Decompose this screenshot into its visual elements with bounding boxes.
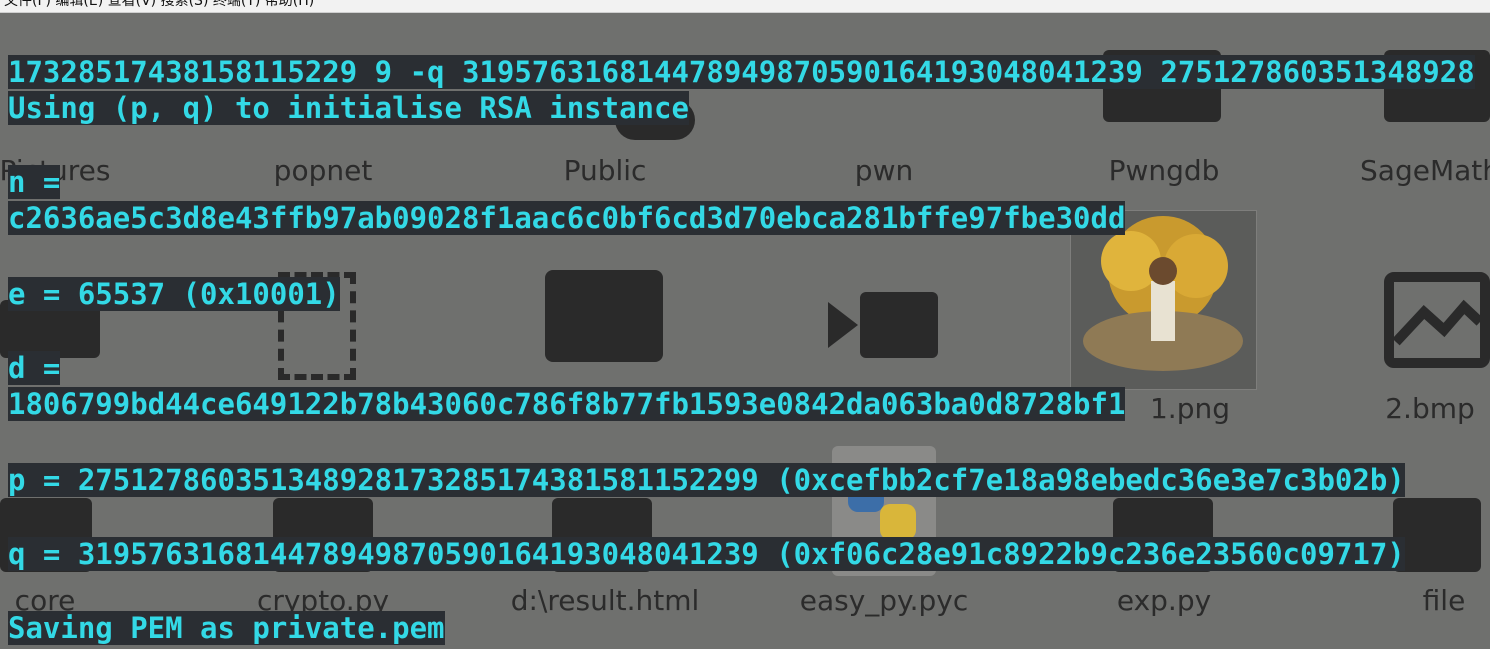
desktop-label-pwngdb[interactable]: Pwngdb bbox=[1109, 154, 1220, 187]
image-icon[interactable] bbox=[1384, 272, 1490, 368]
photo-thumbnail[interactable] bbox=[1070, 210, 1257, 390]
desktop-label-pwn[interactable]: pwn bbox=[855, 154, 913, 187]
desktop-label-result-html[interactable]: d:\result.html bbox=[511, 584, 700, 617]
command-cont-text: 17328517438158115229 9 -q 31957631681447… bbox=[8, 55, 1143, 89]
output-d-label: d = bbox=[8, 350, 61, 386]
output-n-label: n = bbox=[8, 164, 61, 200]
file-icon[interactable] bbox=[1393, 498, 1481, 572]
command-line: faker@ubuntu:~ $ python rsatool.py -o pr… bbox=[8, 18, 1475, 89]
desktop-label-sagemath[interactable]: SageMath bbox=[1360, 154, 1490, 187]
n-label-text: n = bbox=[8, 165, 61, 199]
using-text: Using (p, q) to initialise RSA instance bbox=[8, 91, 689, 125]
d-value-text: 1806799bd44ce649122b78b43060c786f8b77fb1… bbox=[8, 387, 1126, 421]
n-value-text: c2636ae5c3d8e43ffb97ab09028f1aac6c0bf6cd… bbox=[8, 201, 1126, 235]
desktop-label-exp-py[interactable]: exp.py bbox=[1117, 584, 1211, 617]
command-continuation: 17328517438158115229 9 -q 31957631681447… bbox=[8, 54, 1143, 90]
output-saving: Saving PEM as private.pem bbox=[8, 610, 445, 646]
e-line-text: e = 65537 (0x10001) bbox=[8, 277, 340, 311]
output-n-value: c2636ae5c3d8e43ffb97ab09028f1aac6c0bf6cd… bbox=[8, 200, 1126, 236]
desktop-label-popnet[interactable]: popnet bbox=[274, 154, 373, 187]
desktop-label-1png[interactable]: 1.png bbox=[1150, 392, 1230, 425]
d-label-text: d = bbox=[8, 351, 61, 385]
folder-icon[interactable] bbox=[545, 270, 663, 362]
desktop-label-public[interactable]: Public bbox=[564, 154, 647, 187]
output-d-value: 1806799bd44ce649122b78b43060c786f8b77fb1… bbox=[8, 386, 1126, 422]
video-icon[interactable] bbox=[828, 292, 938, 358]
p-line-text: p = 275127860351348928173285174381581152… bbox=[8, 463, 1405, 497]
q-line-text: q = 319576316814478949870590164193048041… bbox=[8, 537, 1405, 571]
output-using: Using (p, q) to initialise RSA instance bbox=[8, 90, 689, 126]
output-q-line: q = 319576316814478949870590164193048041… bbox=[8, 536, 1405, 572]
desktop-label-easy-py-pyc[interactable]: easy_py.pyc bbox=[800, 584, 969, 617]
saving-text: Saving PEM as private.pem bbox=[8, 611, 445, 645]
output-p-line: p = 275127860351348928173285174381581152… bbox=[8, 462, 1405, 498]
desktop-label-file[interactable]: file bbox=[1423, 584, 1466, 617]
desktop-label-2bmp[interactable]: 2.bmp bbox=[1385, 392, 1475, 425]
output-e-line: e = 65537 (0x10001) bbox=[8, 276, 340, 312]
